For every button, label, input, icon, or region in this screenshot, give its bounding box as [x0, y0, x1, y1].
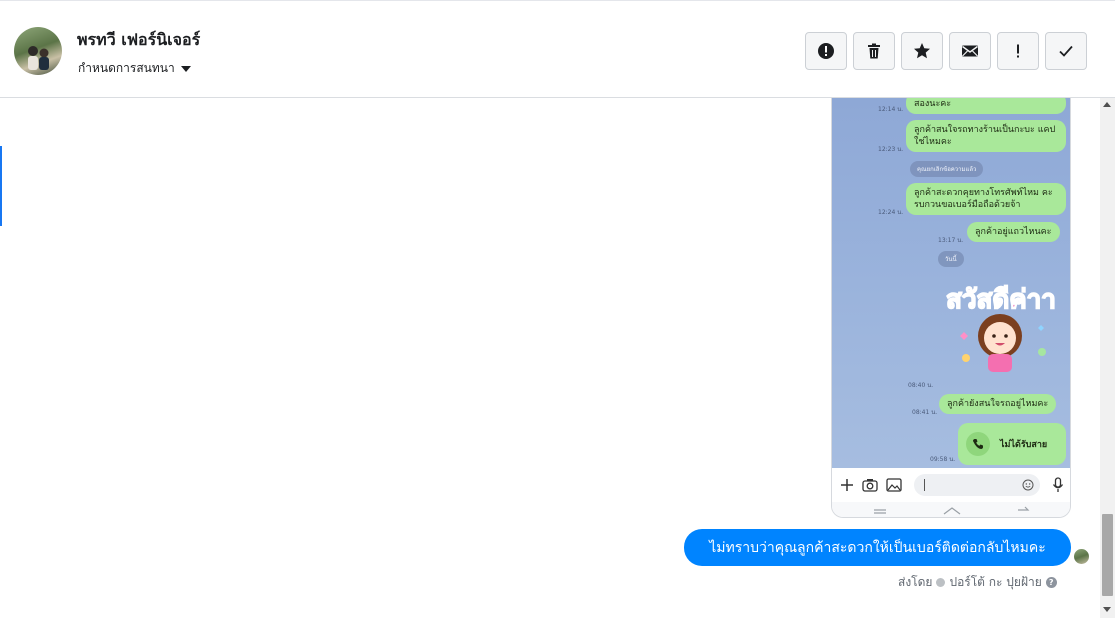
line-timestamp: 12:14 น.	[878, 106, 904, 113]
line-timestamp: 08:40 น.	[908, 382, 934, 389]
camera-icon	[862, 479, 878, 492]
mark-done-button[interactable]	[1045, 32, 1087, 70]
missed-call-label: ไม่ได้รับสาย	[1000, 440, 1048, 450]
star-button[interactable]	[901, 32, 943, 70]
help-icon[interactable]: ?	[1045, 577, 1057, 588]
avatar-photo	[28, 46, 49, 70]
line-bubble: ลูกค้าอยู่แถวไหนคะ	[967, 222, 1060, 242]
sender-name[interactable]: ปอร์โต้ กะ ปุยฝ้าย	[949, 573, 1041, 592]
image-icon	[886, 478, 902, 492]
line-timestamp: 08:41 น.	[912, 409, 938, 416]
outgoing-message-bubble[interactable]: ไม่ทราบว่าคุณลูกค้าสะดวกให้เป็นเบอร์ติดต…	[684, 529, 1071, 566]
active-indicator	[0, 146, 2, 226]
line-input-bar	[832, 468, 1070, 502]
scroll-thumb[interactable]	[1102, 514, 1113, 596]
star-icon	[914, 43, 930, 59]
scroll-up-arrow-icon[interactable]	[1103, 102, 1111, 107]
line-timestamp: 09:58 น.	[930, 456, 956, 463]
phone-nav-bar	[832, 502, 1070, 517]
vertical-scrollbar[interactable]	[1100, 98, 1115, 618]
sent-by-label: ส่งโดย	[898, 575, 933, 589]
exclamation-icon	[1017, 44, 1019, 58]
line-timestamp: 13:17 น.	[938, 237, 964, 244]
plus-icon	[841, 479, 853, 491]
sender-status-icon	[936, 578, 946, 587]
trash-icon	[868, 43, 880, 59]
line-bubble: สองนะคะ	[906, 98, 1066, 114]
line-bubble: ลูกค้ายังสนใจรถอยู่ไหมคะ	[939, 394, 1057, 414]
alert-icon	[818, 43, 834, 59]
assign-label: กำหนดการสนทนา	[78, 61, 175, 75]
greeting-sticker: สวัสดีค่าา	[945, 284, 1057, 372]
sent-by-info: ส่งโดย ปอร์โต้ กะ ปุยฝ้าย ?	[898, 573, 1057, 592]
line-timestamp: 12:24 น.	[878, 209, 904, 216]
seen-avatar	[1074, 549, 1089, 564]
caret-down-icon	[180, 65, 191, 72]
line-system-notice: คุณยกเลิกข้อความแล้ว	[910, 161, 984, 177]
attached-screenshot-image[interactable]: สองนะคะ 12:14 น. ลูกค้าสนใจรถทางร้านเป็น…	[831, 98, 1071, 518]
sticker-text: สวัสดีค่าา	[946, 285, 1056, 315]
microphone-icon	[1052, 477, 1064, 492]
header-actions	[805, 32, 1087, 70]
mark-spam-button[interactable]	[805, 32, 847, 70]
conversation-header: พรทวี เฟอร์นิเจอร์ กำหนดการสนทนา	[0, 0, 1115, 98]
line-bubble: ลูกค้าสะดวกคุยทางโทรศัพท์ไหม คะรบกวนขอเบ…	[906, 183, 1066, 215]
phone-icon	[966, 432, 990, 456]
line-date-divider: วันนี้	[938, 251, 964, 267]
contact-avatar[interactable]	[14, 27, 62, 75]
line-timestamp: 12:23 น.	[878, 146, 904, 153]
delete-button[interactable]	[853, 32, 895, 70]
contact-name[interactable]: พรทวี เฟอร์นิเจอร์	[77, 28, 200, 53]
missed-call-bubble: ไม่ได้รับสาย	[958, 423, 1066, 465]
scroll-down-arrow-icon[interactable]	[1103, 607, 1111, 612]
envelope-icon	[962, 45, 978, 57]
emoji-icon	[1022, 479, 1034, 491]
assign-conversation-dropdown[interactable]: กำหนดการสนทนา	[78, 59, 191, 78]
follow-up-button[interactable]	[997, 32, 1039, 70]
line-bubble: ลูกค้าสนใจรถทางร้านเป็นกะบะ แคปใช่ไหมคะ	[906, 120, 1066, 152]
messenger-conversation: พรทวี เฟอร์นิเจอร์ กำหนดการสนทนา สองนะคะ…	[0, 0, 1115, 618]
check-icon	[1059, 45, 1073, 57]
line-chat-area: สองนะคะ 12:14 น. ลูกค้าสนใจรถทางร้านเป็น…	[832, 98, 1070, 468]
phone-nav-icons	[874, 506, 1030, 515]
mark-unread-button[interactable]	[949, 32, 991, 70]
line-text-field	[914, 474, 1040, 496]
